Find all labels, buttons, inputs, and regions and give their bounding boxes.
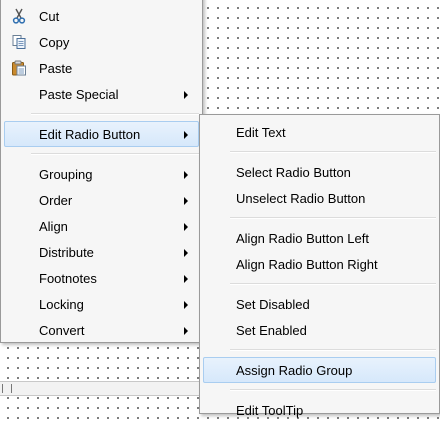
copy-icon	[11, 34, 27, 50]
menu-separator	[230, 389, 436, 391]
chevron-right-icon	[184, 301, 188, 309]
chevron-right-icon	[184, 327, 188, 335]
submenu-item-assign-radio-group[interactable]: Assign Radio Group	[203, 357, 436, 383]
menu-item-label: Align Radio Button Left	[236, 231, 369, 246]
menu-item-label: Edit Radio Button	[39, 127, 141, 142]
menu-separator	[230, 283, 436, 285]
menu-item-label: Paste Special	[39, 87, 119, 102]
menu-item-label: Edit Text	[236, 125, 286, 140]
menu-item-convert[interactable]: Convert	[4, 317, 199, 343]
menu-item-order[interactable]: Order	[4, 187, 199, 213]
menu-item-paste[interactable]: Paste	[4, 55, 199, 81]
menu-item-grouping[interactable]: Grouping	[4, 161, 199, 187]
menu-item-label: Locking	[39, 297, 84, 312]
menu-item-paste-special[interactable]: Paste Special	[4, 81, 199, 107]
menu-item-label: Paste	[39, 61, 73, 76]
submenu-item-select-radio-button[interactable]: Select Radio Button	[203, 159, 436, 185]
menu-item-label: Set Enabled	[236, 323, 307, 338]
chevron-right-icon	[184, 197, 188, 205]
menu-separator	[230, 349, 436, 351]
menu-item-label: Unselect Radio Button	[236, 191, 366, 206]
submenu-item-edit-text[interactable]: Edit Text	[203, 119, 436, 145]
submenu-item-set-enabled[interactable]: Set Enabled	[203, 317, 436, 343]
menu-item-label: Set Disabled	[236, 297, 310, 312]
horizontal-scrollbar[interactable]	[0, 381, 205, 396]
submenu-item-unselect-radio-button[interactable]: Unselect Radio Button	[203, 185, 436, 211]
context-menu: Cut Copy Paste Paste Special Edit Radio …	[0, 0, 203, 343]
menu-item-label: Grouping	[39, 167, 93, 182]
menu-separator	[230, 217, 436, 219]
chevron-right-icon	[184, 223, 188, 231]
submenu-item-align-radio-button-left[interactable]: Align Radio Button Left	[203, 225, 436, 251]
clipboard-icon	[11, 60, 27, 76]
scrollbar-thumb[interactable]	[2, 384, 12, 393]
menu-item-label: Edit ToolTip	[236, 403, 304, 418]
chevron-right-icon	[184, 275, 188, 283]
chevron-right-icon	[184, 91, 188, 99]
menu-item-footnotes[interactable]: Footnotes	[4, 265, 199, 291]
submenu-item-set-disabled[interactable]: Set Disabled	[203, 291, 436, 317]
menu-separator	[31, 113, 199, 115]
chevron-right-icon	[184, 171, 188, 179]
menu-item-label: Select Radio Button	[236, 165, 351, 180]
edit-radio-button-submenu: Edit Text Select Radio Button Unselect R…	[199, 114, 440, 418]
menu-item-distribute[interactable]: Distribute	[4, 239, 199, 265]
menu-separator	[230, 151, 436, 153]
menu-item-label: Cut	[39, 9, 60, 24]
menu-item-align[interactable]: Align	[4, 213, 199, 239]
menu-item-locking[interactable]: Locking	[4, 291, 199, 317]
menu-item-label: Order	[39, 193, 73, 208]
menu-item-label: Distribute	[39, 245, 94, 260]
submenu-item-edit-tooltip[interactable]: Edit ToolTip	[203, 397, 436, 423]
menu-item-edit-radio-button[interactable]: Edit Radio Button	[4, 121, 199, 147]
menu-item-label: Assign Radio Group	[236, 363, 353, 378]
menu-item-label: Align	[39, 219, 68, 234]
scissors-icon	[11, 8, 27, 24]
menu-item-label: Copy	[39, 35, 70, 50]
menu-item-copy[interactable]: Copy	[4, 29, 199, 55]
menu-separator	[31, 153, 199, 155]
menu-item-label: Align Radio Button Right	[236, 257, 378, 272]
submenu-item-align-radio-button-right[interactable]: Align Radio Button Right	[203, 251, 436, 277]
menu-item-label: Convert	[39, 323, 85, 338]
chevron-right-icon	[184, 131, 188, 139]
chevron-right-icon	[184, 249, 188, 257]
menu-item-cut[interactable]: Cut	[4, 3, 199, 29]
menu-item-label: Footnotes	[39, 271, 97, 286]
